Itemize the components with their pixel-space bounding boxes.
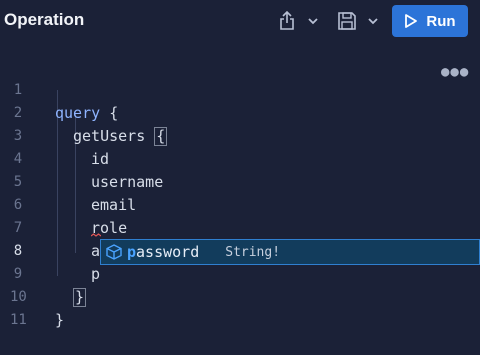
line-number: 11: [10, 312, 27, 328]
chevron-down-icon[interactable]: [308, 17, 318, 25]
run-button[interactable]: Run: [392, 5, 468, 37]
share-button[interactable]: [278, 6, 318, 36]
code-line: 3 id: [0, 102, 480, 168]
close-brace: }: [55, 311, 65, 329]
code-line: 1 query {: [0, 56, 480, 122]
suggestion-rest: assword: [136, 243, 200, 261]
error-squiggle: [91, 233, 101, 237]
run-label: Run: [426, 12, 456, 30]
suggestion-match: p: [127, 243, 137, 261]
code-line: 4 username: [0, 125, 480, 191]
query-editor[interactable]: ●●● 1 query { 2 getUsers { 3 id 4 userna…: [0, 56, 480, 329]
chevron-down-icon[interactable]: [368, 17, 378, 25]
code-line: 5 email: [0, 148, 480, 214]
field-cube-icon: [105, 243, 123, 261]
code-line: 6 role: [0, 171, 480, 237]
page-title: Operation: [4, 10, 85, 29]
code-line: 2 getUsers {: [0, 79, 480, 146]
autocomplete-item[interactable]: password String!: [100, 239, 480, 265]
code-line: 7 active: [0, 194, 480, 260]
toolbar: Operation Run: [0, 0, 480, 42]
save-icon: [338, 12, 356, 30]
code-line: 10 }: [0, 263, 480, 329]
code-line: 11: [0, 286, 480, 328]
play-icon: [405, 14, 418, 28]
suggestion-name: password: [127, 243, 199, 261]
suggestion-type: String!: [225, 244, 281, 260]
share-icon: [280, 10, 294, 30]
code-line-active: 8 p: [0, 217, 480, 283]
save-button[interactable]: [336, 6, 378, 36]
